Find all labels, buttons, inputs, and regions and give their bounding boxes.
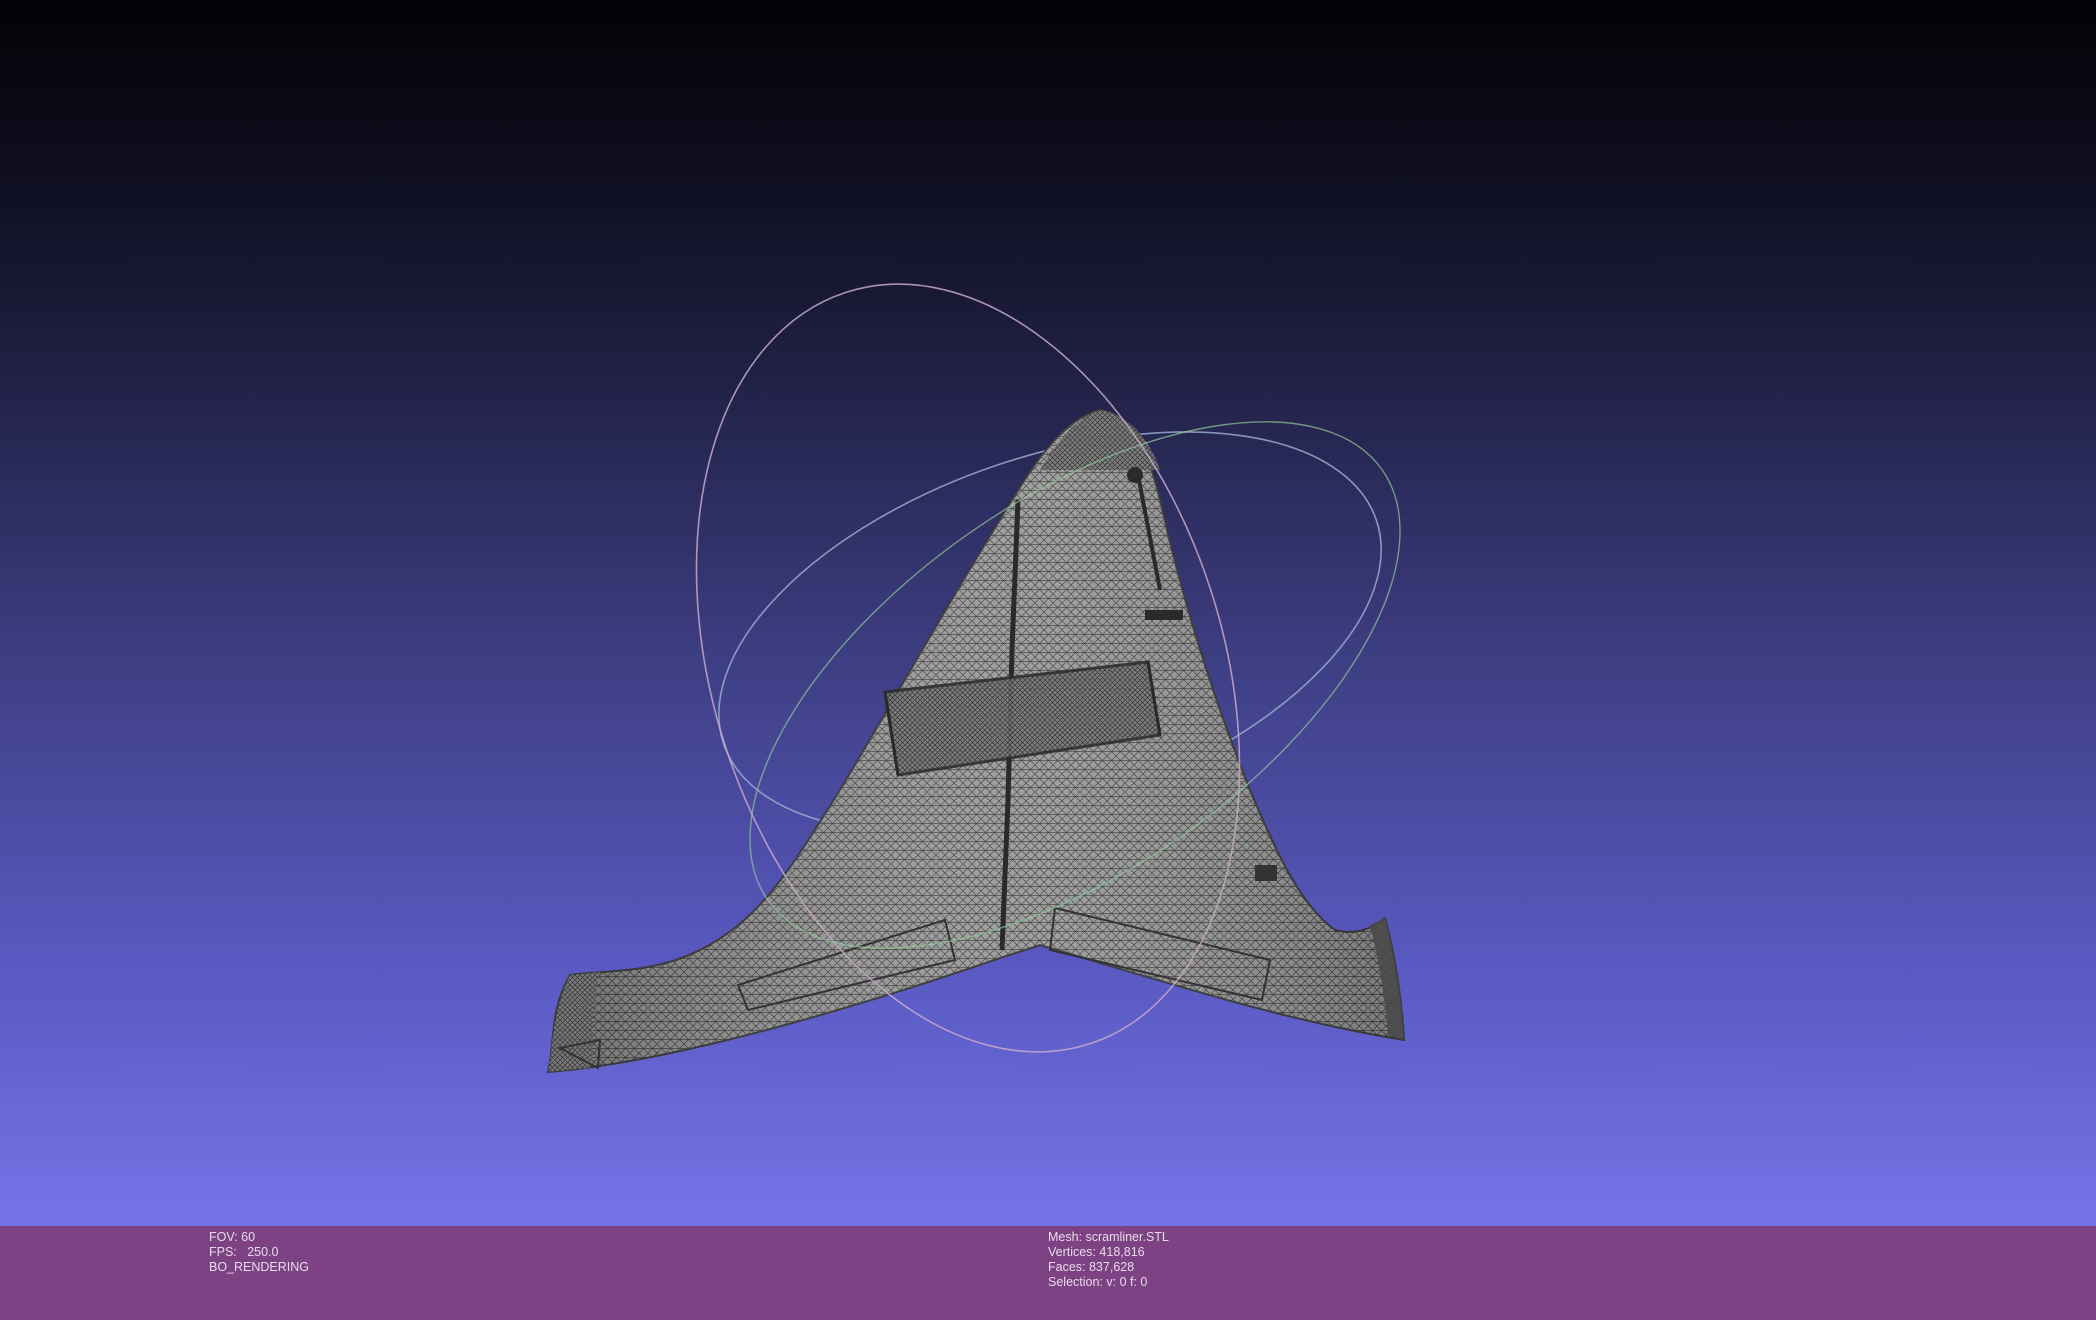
render-info: FOV: 60 FPS: 250.0 BO_RENDERING	[209, 1230, 309, 1275]
faces-label: Faces: 837,628	[1048, 1260, 1135, 1274]
fov-label: FOV: 60	[209, 1230, 256, 1244]
status-info-bar: FOV: 60 FPS: 250.0 BO_RENDERING Mesh: sc…	[0, 1226, 2096, 1320]
selection-label: Selection: v: 0 f: 0	[1048, 1275, 1148, 1289]
vertices-label: Vertices: 418,816	[1048, 1245, 1145, 1259]
3d-viewport[interactable]	[0, 0, 2096, 1226]
fps-label: FPS: 250.0	[209, 1245, 279, 1259]
mesh-model	[546, 408, 1406, 1074]
mesh-name-label: Mesh: scramliner.STL	[1048, 1230, 1169, 1244]
mesh-scene[interactable]	[0, 0, 2096, 1226]
render-mode-label: BO_RENDERING	[209, 1260, 310, 1274]
mesh-info: Mesh: scramliner.STL Vertices: 418,816 F…	[1048, 1230, 1169, 1290]
